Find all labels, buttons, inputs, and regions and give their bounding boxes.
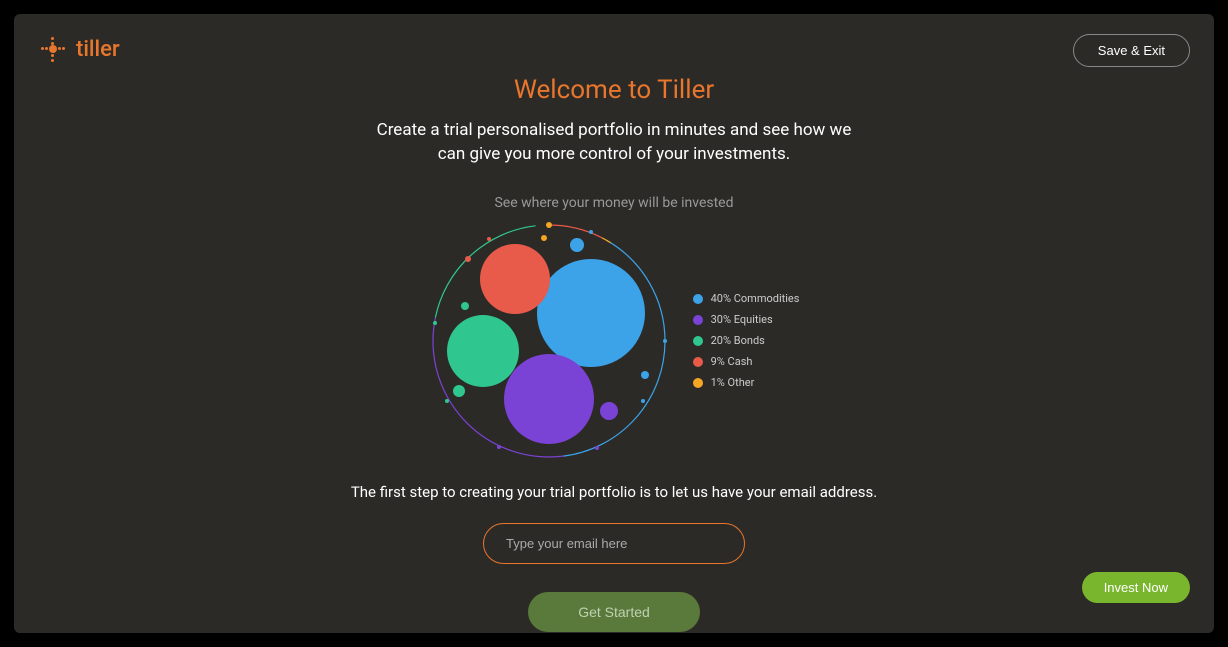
legend-dot-icon [693,336,703,346]
brand-name: tiller [76,37,120,62]
legend-item: 20% Bonds [693,334,800,347]
legend-label: 20% Bonds [711,334,765,347]
get-started-button[interactable]: Get Started [528,592,700,632]
legend-dot-icon [693,357,703,367]
legend-item: 30% Equities [693,313,800,326]
legend-label: 40% Commodities [711,292,800,305]
email-prompt: The first step to creating your trial po… [351,483,877,501]
legend-dot-icon [693,294,703,304]
chart-hint: See where your money will be invested [494,195,733,211]
legend-dot-icon [693,315,703,325]
email-input[interactable] [483,523,745,564]
page-title: Welcome to Tiller [514,75,714,105]
logo-icon [38,34,68,64]
legend-item: 40% Commodities [693,292,800,305]
legend-label: 9% Cash [711,355,753,368]
legend-item: 1% Other [693,376,800,389]
save-exit-button[interactable]: Save & Exit [1073,34,1190,67]
brand-logo: tiller [38,34,120,64]
legend-label: 30% Equities [711,313,773,326]
legend-dot-icon [693,378,703,388]
allocation-chart [429,221,669,461]
invest-now-button[interactable]: Invest Now [1082,572,1190,603]
page-subtitle: Create a trial personalised portfolio in… [364,119,864,167]
chart-legend: 40% Commodities 30% Equities 20% Bonds 9… [693,292,800,389]
legend-label: 1% Other [711,376,755,389]
legend-item: 9% Cash [693,355,800,368]
